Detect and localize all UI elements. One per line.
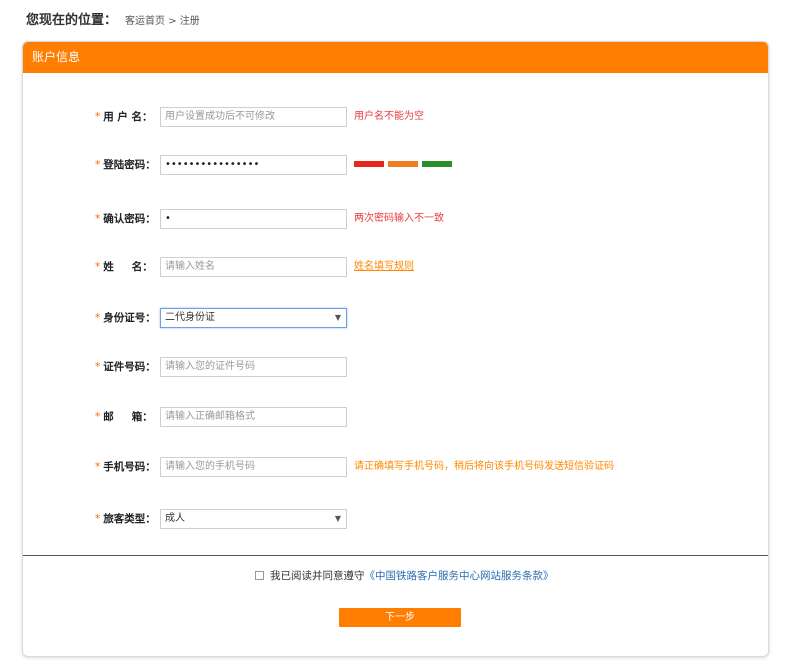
chevron-down-icon: ▼ bbox=[334, 514, 341, 523]
strength-bar-weak bbox=[354, 161, 384, 167]
phone-input[interactable]: 请输入您的手机号码 bbox=[160, 457, 347, 477]
id-number-input[interactable]: 请输入您的证件号码 bbox=[160, 357, 347, 377]
password-input[interactable]: •••••••••••••••• bbox=[160, 155, 347, 175]
breadcrumb: 您现在的位置： 客运首页 > 注册 bbox=[26, 9, 200, 28]
required-mark: * bbox=[95, 111, 101, 123]
required-mark: * bbox=[95, 213, 101, 225]
username-input[interactable]: 用户设置成功后不可修改 bbox=[160, 107, 347, 127]
required-mark: * bbox=[95, 461, 101, 473]
agreement: 我已阅读并同意遵守 《中国铁路客户服务中心网站服务条款》 bbox=[255, 567, 554, 583]
password-row: * 登陆密码： •••••••••••••••• bbox=[23, 154, 768, 176]
agreement-text: 我已阅读并同意遵守 bbox=[270, 569, 365, 582]
phone-hint: 请正确填写手机号码，稍后将向该手机号码发送短信验证码 bbox=[354, 461, 614, 472]
required-mark: * bbox=[95, 411, 101, 423]
id-type-label: * 身份证号： bbox=[95, 312, 156, 324]
section-divider bbox=[23, 555, 768, 556]
required-mark: * bbox=[95, 361, 101, 373]
chevron-down-icon: ▼ bbox=[334, 313, 341, 322]
email-label: * 邮箱： bbox=[95, 411, 153, 423]
username-error: 用户名不能为空 bbox=[354, 111, 424, 122]
phone-label: * 手机号码： bbox=[95, 461, 156, 473]
id-type-selected: 二代身份证 bbox=[165, 312, 215, 323]
name-input[interactable]: 请输入姓名 bbox=[160, 257, 347, 277]
strength-bar-strong bbox=[422, 161, 452, 167]
passenger-type-selected: 成人 bbox=[165, 513, 185, 524]
passenger-type-label: * 旅客类型： bbox=[95, 513, 156, 525]
phone-row: * 手机号码： 请输入您的手机号码 请正确填写手机号码，稍后将向该手机号码发送短信… bbox=[23, 456, 768, 478]
name-label: * 姓名： bbox=[95, 261, 153, 273]
id-number-label: * 证件号码： bbox=[95, 361, 156, 373]
confirm-password-input[interactable]: • bbox=[160, 209, 347, 229]
id-type-row: * 身份证号： 二代身份证 ▼ bbox=[23, 307, 768, 329]
username-row: * 用 户 名： 用户设置成功后不可修改 用户名不能为空 bbox=[23, 106, 768, 128]
id-number-row: * 证件号码： 请输入您的证件号码 bbox=[23, 356, 768, 378]
required-mark: * bbox=[95, 513, 101, 525]
email-input[interactable]: 请输入正确邮箱格式 bbox=[160, 407, 347, 427]
password-label: * 登陆密码： bbox=[95, 159, 156, 171]
breadcrumb-title: 您现在的位置： bbox=[26, 13, 118, 28]
password-strength-meter bbox=[354, 161, 452, 167]
required-mark: * bbox=[95, 312, 101, 324]
confirm-password-row: * 确认密码： • 两次密码输入不一致 bbox=[23, 208, 768, 230]
required-mark: * bbox=[95, 159, 101, 171]
passenger-type-select[interactable]: 成人 ▼ bbox=[160, 509, 347, 529]
id-type-select[interactable]: 二代身份证 ▼ bbox=[160, 308, 347, 328]
username-label: * 用 户 名： bbox=[95, 111, 153, 123]
terms-link[interactable]: 《中国铁路客户服务中心网站服务条款》 bbox=[365, 568, 554, 583]
email-row: * 邮箱： 请输入正确邮箱格式 bbox=[23, 406, 768, 428]
next-step-button[interactable]: 下一步 bbox=[339, 608, 461, 627]
passenger-type-row: * 旅客类型： 成人 ▼ bbox=[23, 508, 768, 530]
confirm-password-error: 两次密码输入不一致 bbox=[354, 213, 444, 224]
panel-header: 账户信息 bbox=[23, 42, 768, 73]
agreement-checkbox[interactable] bbox=[255, 570, 264, 580]
strength-bar-medium bbox=[388, 161, 418, 167]
required-mark: * bbox=[95, 261, 101, 273]
name-rule-link[interactable]: 姓名填写规则 bbox=[354, 256, 414, 278]
breadcrumb-path[interactable]: 客运首页 > 注册 bbox=[125, 12, 200, 27]
name-row: * 姓名： 请输入姓名 姓名填写规则 bbox=[23, 256, 768, 278]
account-info-panel: 账户信息 * 用 户 名： 用户设置成功后不可修改 用户名不能为空 * 登陆密码： … bbox=[22, 41, 769, 657]
confirm-password-label: * 确认密码： bbox=[95, 213, 156, 225]
